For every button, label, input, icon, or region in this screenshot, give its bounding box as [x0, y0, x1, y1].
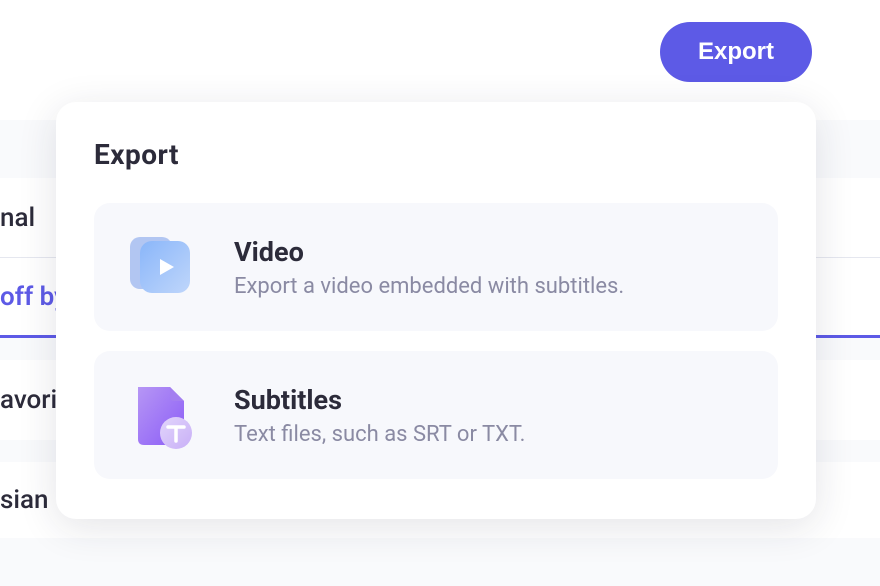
option-title: Subtitles	[234, 384, 525, 416]
export-button[interactable]: Export	[660, 22, 812, 82]
background-row-label: sian	[0, 485, 65, 515]
modal-title: Export	[94, 138, 778, 171]
export-modal: Export Video Export a video embedded wit…	[56, 102, 816, 519]
subtitles-icon	[126, 379, 198, 451]
background-row-label: nal	[0, 203, 51, 233]
video-icon	[126, 231, 198, 303]
option-description: Export a video embedded with subtitles.	[234, 274, 624, 299]
export-option-subtitles[interactable]: Subtitles Text files, such as SRT or TXT…	[94, 351, 778, 479]
export-option-video[interactable]: Video Export a video embedded with subti…	[94, 203, 778, 331]
option-description: Text files, such as SRT or TXT.	[234, 422, 525, 447]
option-title: Video	[234, 236, 624, 268]
